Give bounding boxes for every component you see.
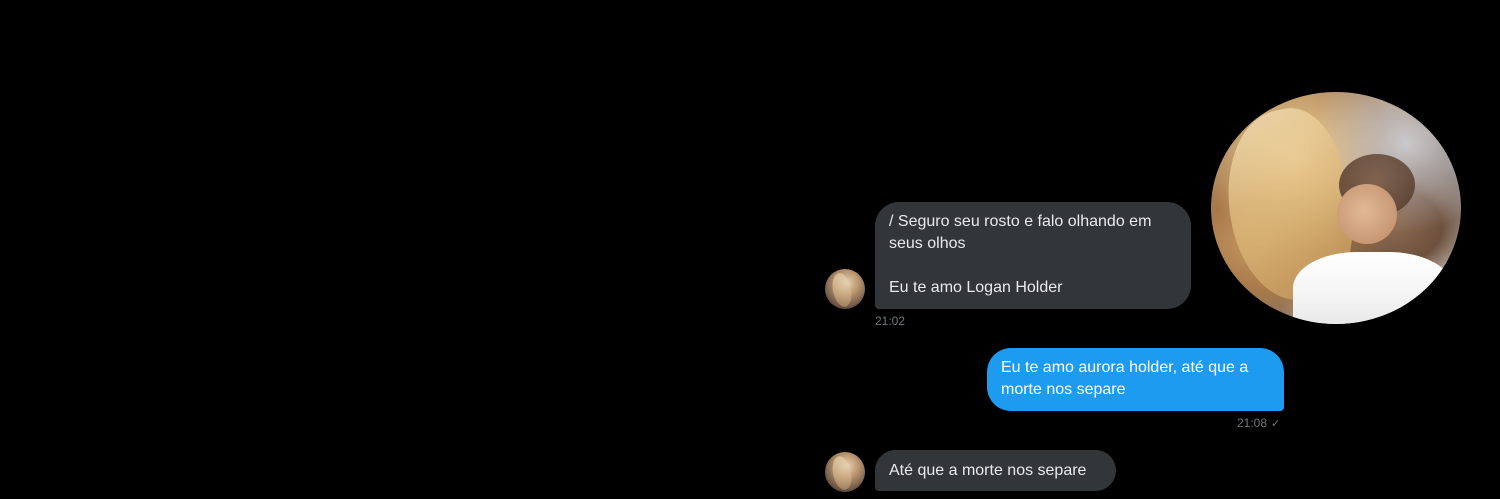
couple-photo [1211,92,1461,324]
message-bubble-received[interactable]: Até que a morte nos separe [875,450,1116,491]
message-timestamp: 21:02 [875,314,906,328]
avatar[interactable] [825,452,865,492]
photo-face-shape [1337,184,1397,244]
message-text-line: seus olhos [889,235,966,252]
message-text-line: Até que a morte nos separe [889,462,1087,479]
message-bubble-received[interactable]: / Seguro seu rosto e falo olhando em seu… [875,202,1191,309]
dm-conversation-canvas: / Seguro seu rosto e falo olhando em seu… [0,0,1500,499]
message-text-line: / Seguro seu rosto e falo olhando em [889,213,1152,230]
message-text-line: morte nos separe [1001,381,1126,398]
message-text-line: Eu te amo aurora holder, até que a [1001,359,1249,376]
message-timestamp: 21:08 [1237,416,1268,430]
avatar[interactable] [825,269,865,309]
check-icon: ✓ [1271,418,1281,430]
message-text-line: Eu te amo Logan Holder [889,279,1063,296]
message-timestamp-row: 21:08 ✓ [1237,416,1280,431]
photo-shirt-shape [1293,252,1453,324]
message-bubble-sent[interactable]: Eu te amo aurora holder, até que a morte… [987,348,1284,411]
